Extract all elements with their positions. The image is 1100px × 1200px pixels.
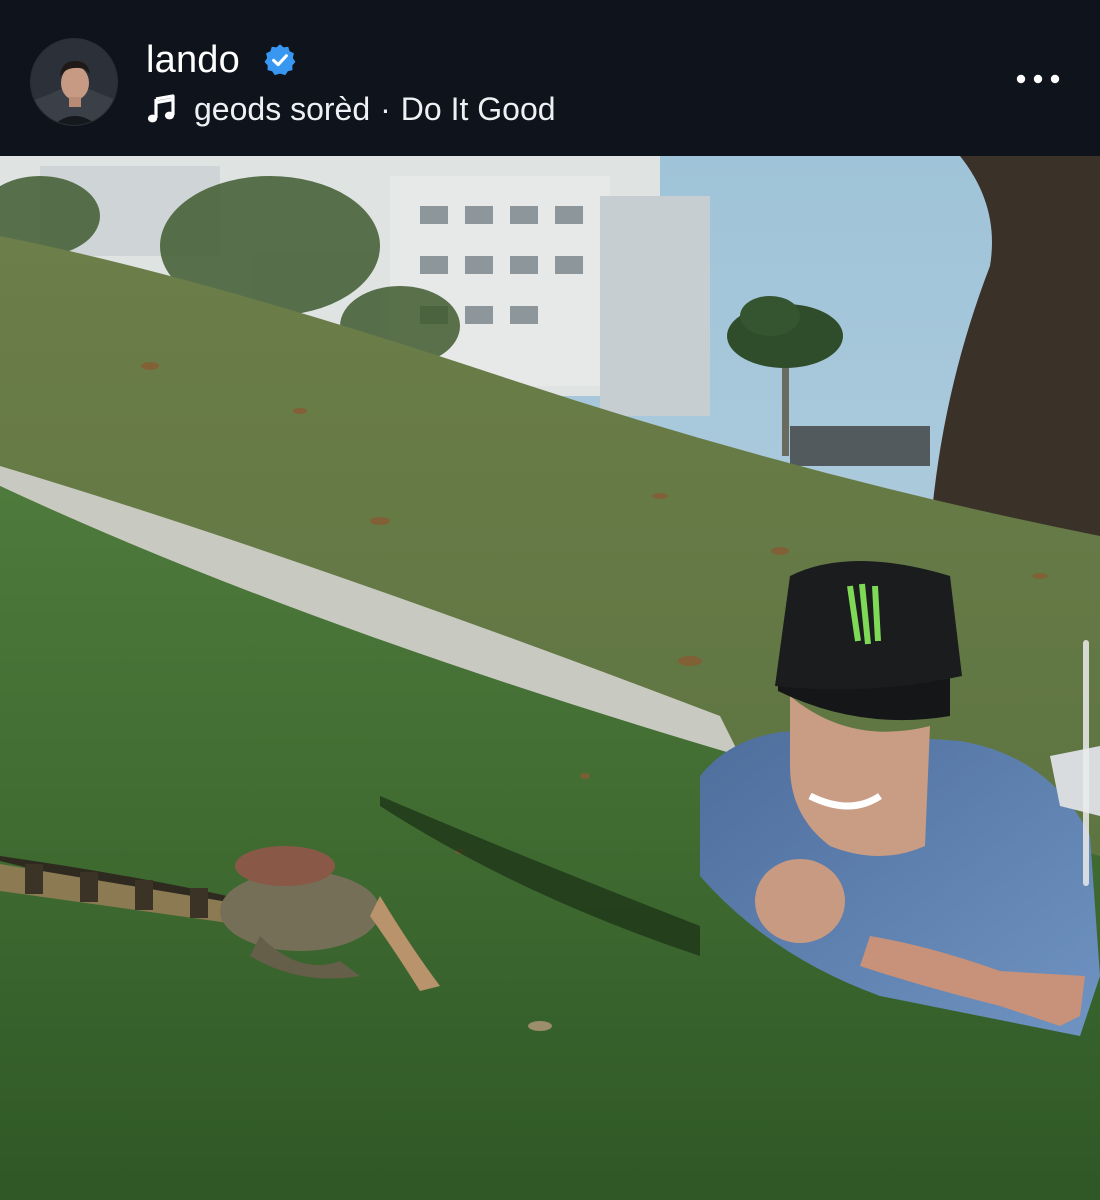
more-horizontal-icon	[1016, 74, 1060, 84]
music-track: Do It Good	[400, 91, 556, 127]
more-options-button[interactable]	[1010, 58, 1066, 100]
verified-badge-icon	[264, 44, 296, 76]
music-note-icon	[147, 94, 175, 123]
music-info[interactable]: geods sorèd · Do It Good	[146, 88, 556, 130]
post-header: lando geods sorèd · Do It Good	[0, 0, 1100, 156]
music-separator: ·	[380, 91, 391, 127]
avatar[interactable]	[30, 38, 118, 126]
post-photo[interactable]	[0, 156, 1100, 1200]
photo-illustration	[0, 156, 1100, 1200]
scrollbar[interactable]	[1083, 640, 1089, 886]
music-artist: geods sorèd	[194, 91, 371, 127]
username[interactable]: lando	[146, 38, 240, 82]
